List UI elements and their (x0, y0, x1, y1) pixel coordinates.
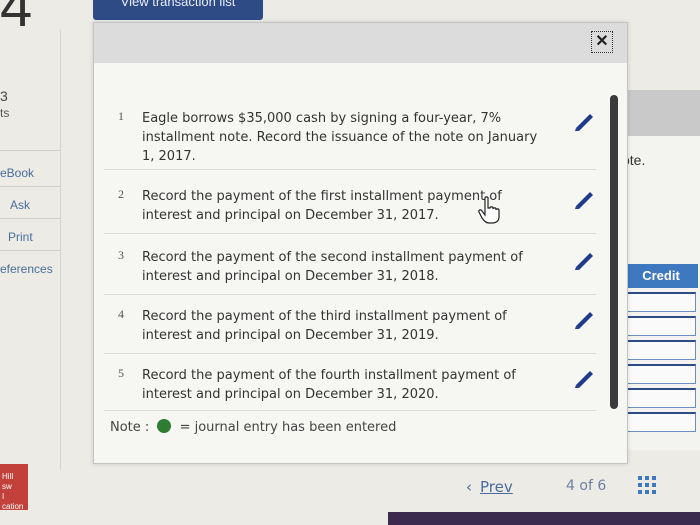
points-number: 3 (0, 88, 8, 104)
page-current: 4 (566, 478, 575, 494)
note-text: = journal entry has been entered (179, 420, 397, 435)
transaction-row[interactable]: 1 Eagle borrows $35,000 cash by signing … (104, 109, 596, 170)
view-transaction-list-button[interactable]: View transaction list (93, 0, 263, 20)
prev-button[interactable]: ‹ Prev (466, 478, 513, 496)
edit-pencil-icon[interactable] (572, 111, 596, 131)
question-number: 4 (0, 0, 33, 39)
ask-link[interactable]: Ask (10, 198, 30, 212)
row-number: 2 (118, 187, 124, 201)
credit-input[interactable] (622, 388, 696, 408)
row-description: Record the payment of the second install… (142, 250, 523, 284)
row-description: Record the payment of the fourth install… (142, 368, 516, 402)
edit-pencil-icon[interactable] (572, 309, 596, 329)
journal-panel-header (622, 90, 700, 136)
credit-input[interactable] (622, 364, 696, 384)
hand-pointer-icon (478, 196, 500, 224)
credit-input[interactable] (622, 340, 696, 360)
credit-input[interactable] (622, 292, 696, 312)
modal-scrollbar[interactable] (610, 95, 618, 409)
transaction-row[interactable]: 4 Record the payment of the third instal… (104, 307, 596, 354)
divider (0, 150, 60, 151)
ebook-link[interactable]: eBook (0, 166, 34, 180)
bottom-bar (388, 512, 700, 525)
grid-menu-icon[interactable] (638, 476, 656, 494)
close-icon: ✕ (595, 33, 609, 50)
edit-pencil-icon[interactable] (572, 250, 596, 270)
transaction-list-modal: ✕ 1 Eagle borrows $35,000 cash by signin… (93, 22, 628, 464)
prev-label: Prev (480, 478, 513, 496)
sidebar-divider (60, 30, 61, 470)
row-description: Eagle borrows $35,000 cash by signing a … (142, 111, 538, 164)
row-number: 3 (118, 248, 124, 262)
transaction-row[interactable]: 5 Record the payment of the fourth insta… (104, 366, 596, 411)
divider (0, 186, 60, 187)
print-link[interactable]: Print (8, 230, 33, 244)
legend-note: Note : = journal entry has been entered (110, 419, 396, 435)
edit-pencil-icon[interactable] (572, 189, 596, 209)
page-indicator: 4 of 6 (566, 478, 606, 494)
divider (0, 250, 60, 251)
credit-input[interactable] (622, 412, 696, 432)
page-of-label: of (579, 478, 593, 494)
transaction-row[interactable]: 2 Record the payment of the first instal… (104, 187, 596, 234)
row-number: 4 (118, 307, 124, 321)
transaction-row[interactable]: 3 Record the payment of the second insta… (104, 248, 596, 295)
publisher-logo: Hill sw Ication (0, 464, 28, 511)
note-prefix: Note : (110, 420, 150, 435)
edit-pencil-icon[interactable] (572, 368, 596, 388)
modal-header: ✕ (94, 23, 627, 63)
divider (0, 218, 60, 219)
entered-status-dot-icon (157, 419, 172, 433)
chevron-left-icon: ‹ (466, 478, 472, 496)
credit-column-header: Credit (624, 264, 698, 288)
points-label: ts (0, 106, 10, 120)
page-total: 6 (597, 478, 607, 494)
close-button[interactable]: ✕ (591, 31, 613, 53)
row-description: Record the payment of the third installm… (142, 309, 507, 343)
row-number: 1 (118, 109, 124, 123)
row-number: 5 (118, 366, 124, 380)
credit-input[interactable] (622, 316, 696, 336)
references-link[interactable]: eferences (0, 262, 53, 276)
